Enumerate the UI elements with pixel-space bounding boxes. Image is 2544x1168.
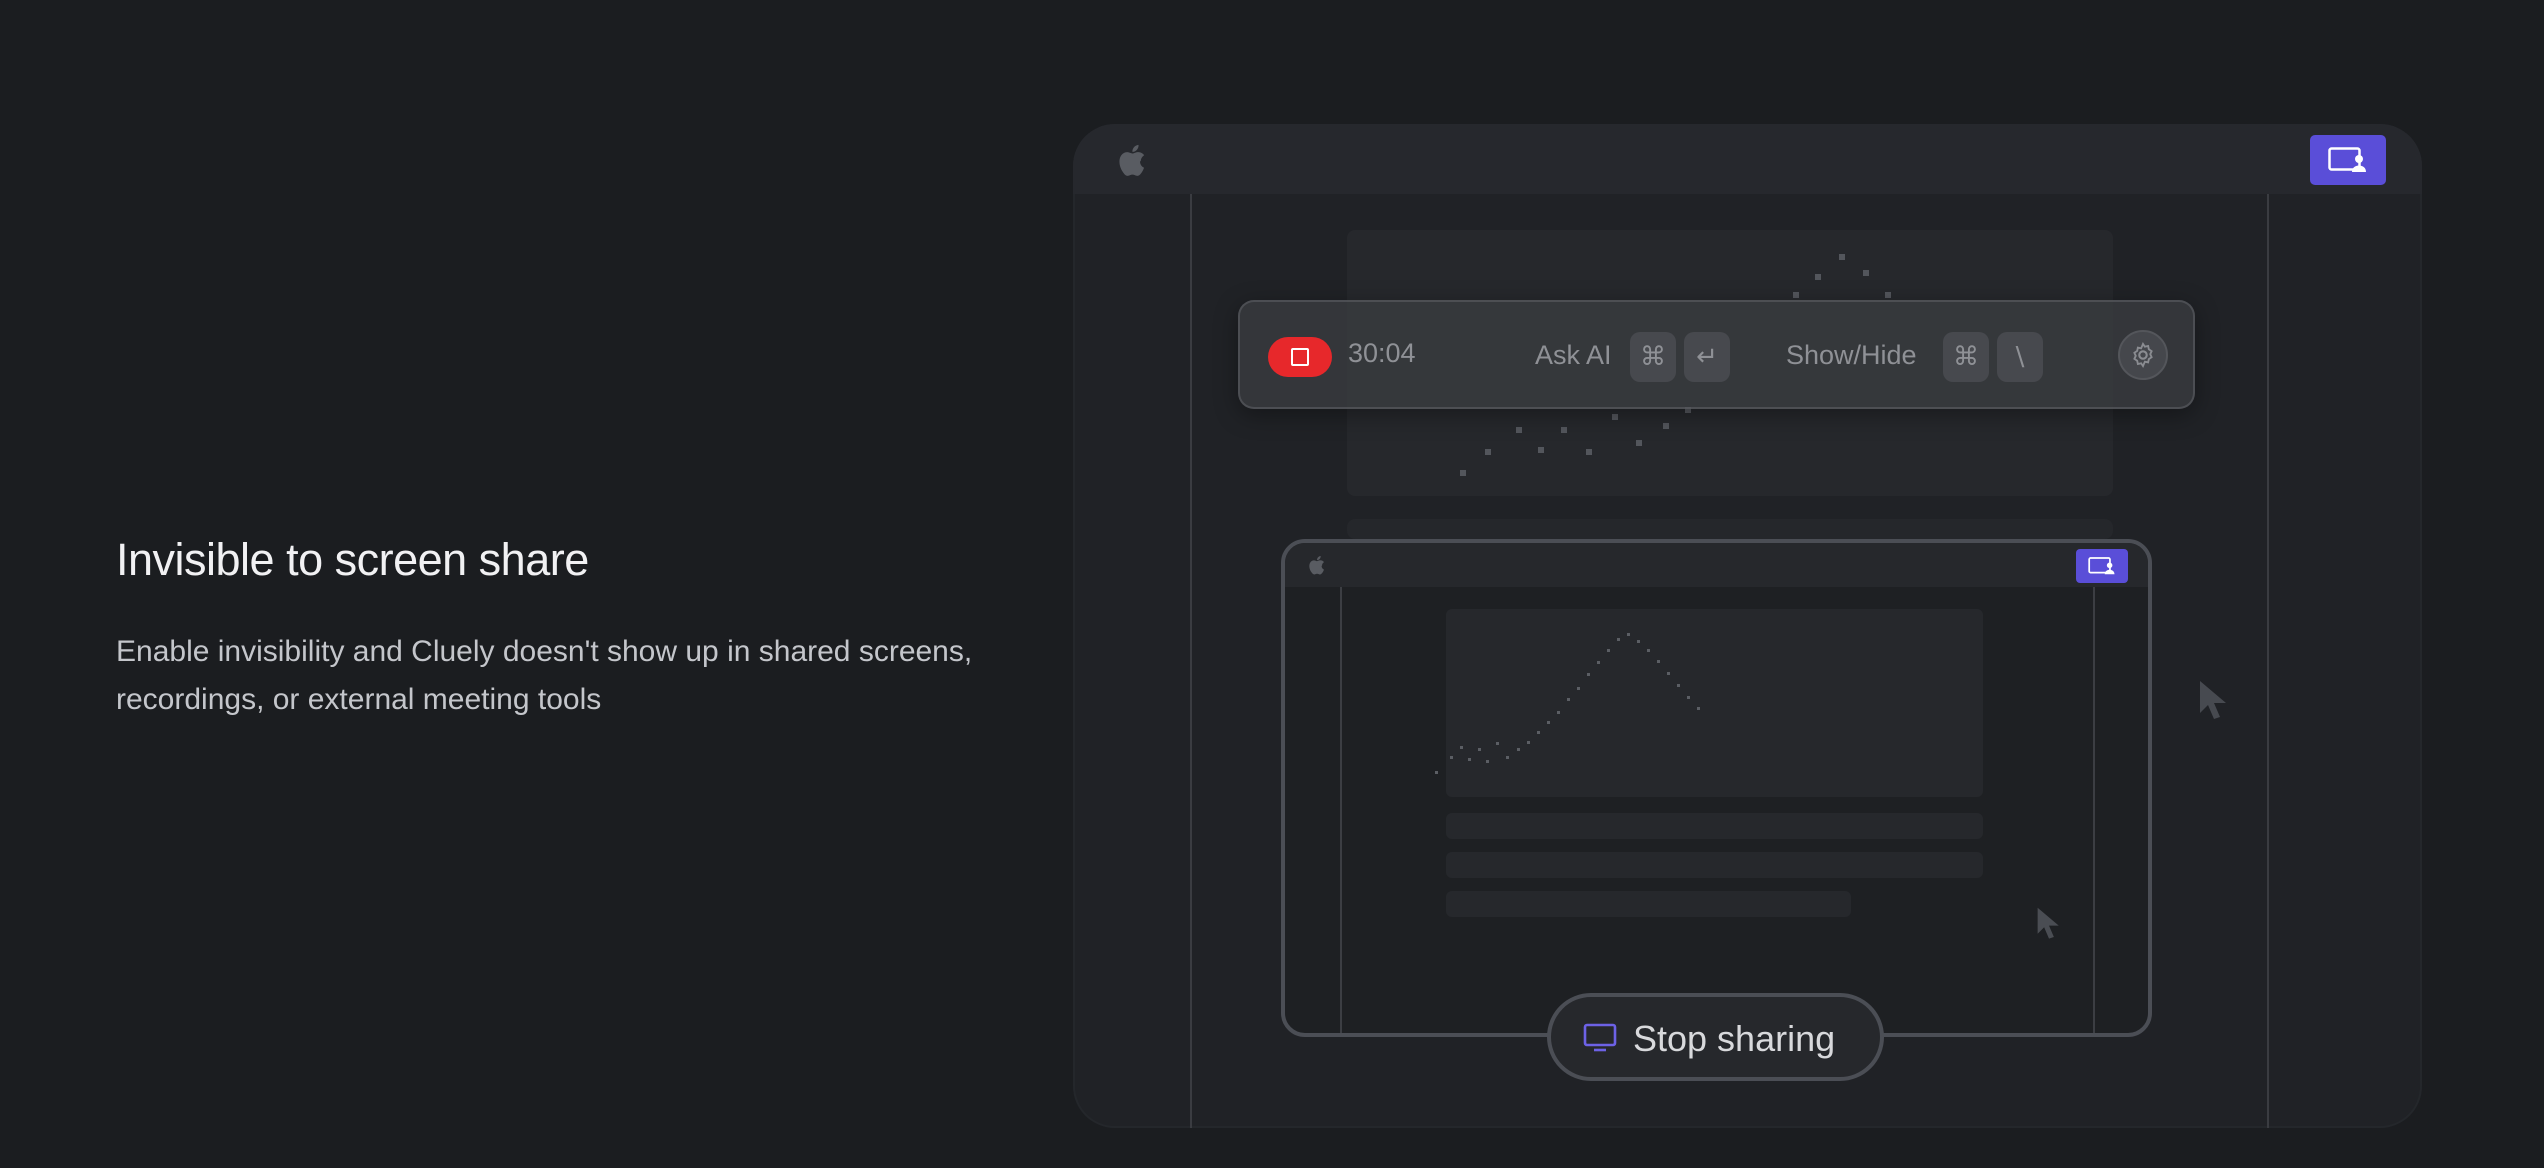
- preview-content-bar: [1446, 891, 1851, 917]
- chart-dot: [1815, 274, 1821, 280]
- chart-dot: [1677, 684, 1680, 687]
- chart-dot: [1617, 638, 1620, 641]
- chart-dot: [1687, 696, 1690, 699]
- shared-screen-preview: [1281, 539, 2152, 1037]
- chart-dot: [1636, 440, 1642, 446]
- section-title: Invisible to screen share: [116, 534, 589, 585]
- stop-icon: [1291, 348, 1309, 366]
- floating-toolbar: 30:04 Ask AI ⌘ ↵ Show/Hide ⌘ \: [1238, 300, 2195, 409]
- chart-dot: [1517, 748, 1520, 751]
- chart-dot: [1637, 640, 1640, 643]
- recording-timer: 30:04: [1348, 338, 1416, 368]
- chart-dot: [1478, 748, 1481, 751]
- chart-dot: [1567, 698, 1570, 701]
- ask-ai-key-enter: ↵: [1684, 332, 1730, 382]
- stop-sharing-label: Stop sharing: [1633, 1018, 1836, 1059]
- chart-dot: [1587, 673, 1590, 676]
- chart-dot: [1793, 292, 1799, 298]
- chart-dot: [1537, 731, 1540, 734]
- chart-dot: [1597, 661, 1600, 664]
- chart-dot: [1506, 756, 1509, 759]
- chart-dot: [1547, 721, 1550, 724]
- monitor-icon: [1583, 1023, 1617, 1052]
- chart-dot: [1460, 746, 1463, 749]
- chart-dot: [1557, 711, 1560, 714]
- cursor-icon: [2200, 681, 2226, 719]
- chart-dot: [1627, 633, 1630, 636]
- chart-dot: [1450, 756, 1453, 759]
- chart-dot: [1468, 758, 1471, 761]
- section-description: Enable invisibility and Cluely doesn't s…: [116, 635, 973, 716]
- chart-dot: [1527, 741, 1530, 744]
- chart-dot: [1561, 427, 1567, 433]
- chart-dot: [1460, 470, 1466, 476]
- chart-dot: [1647, 649, 1650, 652]
- settings-button[interactable]: [2118, 330, 2168, 380]
- preview-content-bar: [1446, 852, 1983, 878]
- chart-dot: [1516, 427, 1522, 433]
- chart-dot: [1486, 760, 1489, 763]
- chart-dot: [1485, 449, 1491, 455]
- chart-dot: [1538, 447, 1544, 453]
- show-hide-key-backslash: \: [1997, 332, 2043, 382]
- cursor-icon: [2037, 907, 2059, 939]
- chart-dot: [1863, 270, 1869, 276]
- ask-ai-label[interactable]: Ask AI: [1535, 340, 1612, 371]
- preview-chart-dots: [1435, 633, 1700, 774]
- chart-dot: [1885, 292, 1891, 298]
- show-hide-label[interactable]: Show/Hide: [1786, 340, 1917, 371]
- stop-sharing-button[interactable]: Stop sharing: [1547, 993, 1884, 1081]
- chart-dot: [1612, 414, 1618, 420]
- show-hide-key-cmd: ⌘: [1943, 332, 1989, 382]
- stop-recording-button[interactable]: [1268, 337, 1332, 377]
- chart-dot: [1586, 449, 1592, 455]
- chart-dot: [1607, 649, 1610, 652]
- chart-dot: [1577, 687, 1580, 690]
- ask-ai-key-cmd: ⌘: [1630, 332, 1676, 382]
- chart-dot: [1667, 672, 1670, 675]
- chart-dot: [1435, 771, 1438, 774]
- chart-dot: [1657, 660, 1660, 663]
- chart-dot: [1697, 707, 1700, 710]
- chart-dot: [1496, 742, 1499, 745]
- chart-dot: [1839, 254, 1845, 260]
- gear-icon: [2133, 341, 2153, 369]
- chart-dot: [1663, 423, 1669, 429]
